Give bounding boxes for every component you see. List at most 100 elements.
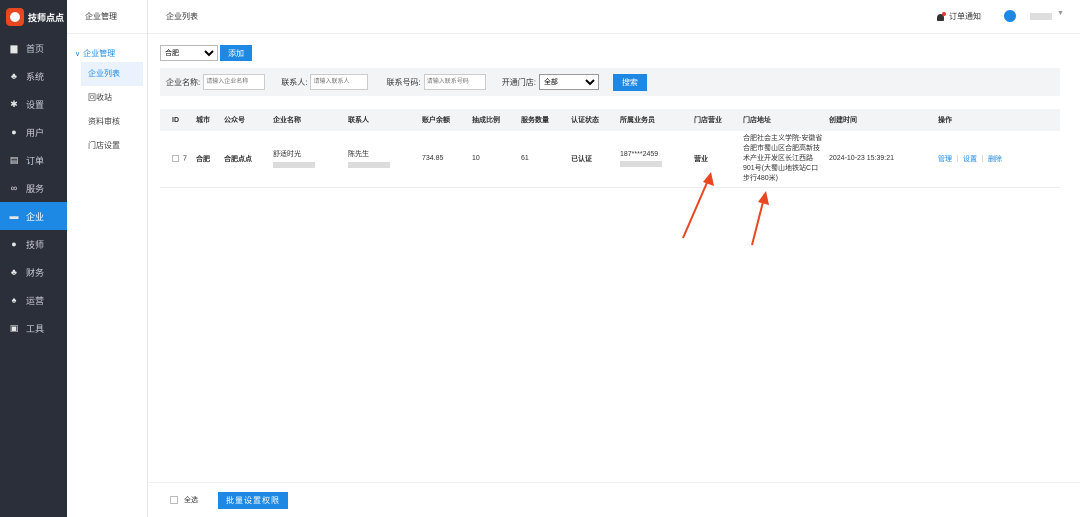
col-address: 门店地址 [743,109,829,131]
subnav-item-store-settings[interactable]: 门店设置 [67,134,147,158]
sidebar-item-home[interactable]: ▆ 首页 [0,34,67,62]
sidebar-item-settings[interactable]: ✱ 设置 [0,90,67,118]
col-company: 企业名称 [273,109,348,131]
add-button[interactable]: 添加 [220,45,252,61]
toolbox-icon: ▣ [9,322,19,333]
sidebar-item-technician[interactable]: ● 技师 [0,230,67,258]
subnav-group-label: 企业管理 [83,49,116,58]
app-logo[interactable]: 技师点点 [0,0,67,34]
salesman-phone: 187****2459 [620,150,659,158]
building-icon: ▬ [9,211,19,221]
avatar[interactable] [1004,10,1016,22]
search-button[interactable]: 搜索 [612,73,647,91]
sidebar-item-label: 用户 [26,127,45,138]
subnav-group[interactable]: ∨ 企业管理 [67,46,147,62]
sidebar-item-label: 首页 [26,43,45,54]
sub-sidebar: 企业管理 ∨ 企业管理 企业列表 回收站 资料审核 门店设置 [67,0,148,517]
main-sidebar: 技师点点 ▆ 首页 ♣ 系统 ✱ 设置 ● 用户 ▤ 订单 ∞ 服务 ▬ 企业 ● 技师 ♣ 财务 ♠ 运营 ▣ 工具 [0,0,67,517]
settings-link[interactable]: 设置 [963,156,977,163]
monitor-icon: ▆ [10,42,18,53]
select-all-label: 全选 [184,497,198,504]
batch-permission-button[interactable]: 批量设置权限 [218,491,288,509]
open-store-label: 开通门店: [501,77,536,87]
divider [982,155,983,163]
gear-icon: ✱ [10,98,18,109]
contact-redacted [348,162,390,169]
top-actions: 合肥 添加 [160,45,252,61]
col-city: 城市 [196,109,224,131]
subnav-item-company-list[interactable]: 企业列表 [81,62,143,86]
phone-label: 联系号码: [386,77,421,87]
company-name-label: 企业名称: [166,77,201,87]
sidebar-item-label: 技师 [26,239,45,250]
col-created: 创建时间 [829,109,938,131]
sidebar-item-services[interactable]: ∞ 服务 [0,174,67,202]
main-content: 合肥 添加 企业名称: 联系人: 联系号码: 开通门店: 全部 搜索 ID 城市… [148,34,1080,517]
col-cert: 认证状态 [571,109,620,131]
table-header-row: ID 城市 公众号 企业名称 联系人 账户余额 抽成比例 服务数量 认证状态 所… [160,109,1060,131]
username-redacted[interactable] [1030,13,1052,20]
store-address: 合肥社会主义学院-安徽省合肥市蜀山区合肥高新技术产业开发区长江西路901号(大蜀… [743,134,823,182]
sidebar-item-system[interactable]: ♣ 系统 [0,62,67,90]
manage-link[interactable]: 管理 [938,156,952,163]
sidebar-item-company[interactable]: ▬ 企业 [0,202,67,230]
cell-id: 7 [160,131,196,188]
company-redacted [273,162,315,169]
clipboard-icon: ▤ [9,154,19,165]
sidebar-item-label: 系统 [26,71,45,82]
sidebar-item-label: 订单 [26,155,45,166]
city-select[interactable]: 合肥 [160,45,218,61]
sidebar-item-label: 工具 [26,323,45,334]
cell-company: 舒适时光 [273,131,348,188]
cell-account: 合肥点点 [224,131,273,188]
sidebar-item-users[interactable]: ● 用户 [0,118,67,146]
col-ratio: 抽成比例 [472,109,521,131]
chevron-down-icon: ∨ [75,51,81,58]
cell-store-status: 营业 [694,131,743,188]
phone-input[interactable] [423,74,486,90]
col-services: 服务数量 [521,109,571,131]
table-footer: 全选 批量设置权限 [148,482,1080,517]
row-checkbox[interactable] [172,155,179,163]
top-header: 企业列表 订单通知 ▼ [148,0,1080,34]
sidebar-item-operations[interactable]: ♠ 运营 [0,286,67,314]
contact-input[interactable] [310,74,369,90]
cell-city: 合肥 [196,131,224,188]
company-name-input[interactable] [203,74,266,90]
sidebar-item-label: 服务 [26,183,45,194]
open-store-select[interactable]: 全部 [538,74,599,90]
cell-actions: 管理 设置 删除 [938,131,1060,188]
col-actions: 操作 [938,109,1060,131]
order-notify-button[interactable]: 订单通知 [936,11,981,22]
order-notify-label: 订单通知 [949,12,981,21]
col-id: ID [160,109,196,131]
col-store-status: 门店营业 [694,109,743,131]
table-row: 7 合肥 合肥点点 舒适时光 陈先生 734.85 10 61 已认证 187*… [160,131,1060,188]
col-balance: 账户余额 [422,109,472,131]
user-icon: ● [11,127,17,137]
cell-cert-status: 已认证 [571,131,620,188]
select-all-checkbox[interactable] [170,496,178,504]
subnav-item-review[interactable]: 资料审核 [67,110,147,134]
sidebar-nav: ▆ 首页 ♣ 系统 ✱ 设置 ● 用户 ▤ 订单 ∞ 服务 ▬ 企业 ● 技师 ♣ 财务 ♠ 运营 ▣ 工具 [0,34,67,342]
sidebar-item-orders[interactable]: ▤ 订单 [0,146,67,174]
cell-services: 61 [521,131,571,188]
sidebar-item-finance[interactable]: ♣ 财务 [0,258,67,286]
caret-down-icon[interactable]: ▼ [1057,10,1064,17]
cell-created: 2024-10-23 15:39:21 [829,131,938,188]
bell-icon [936,11,946,22]
col-salesman: 所属业务员 [620,109,694,131]
sitemap-icon: ♣ [11,71,17,81]
operations-icon: ♠ [11,295,17,305]
delete-link[interactable]: 删除 [988,156,1002,163]
subnav-title: 企业管理 [67,0,147,34]
sidebar-item-tools[interactable]: ▣ 工具 [0,314,67,342]
company-table: ID 城市 公众号 企业名称 联系人 账户余额 抽成比例 服务数量 认证状态 所… [160,109,1060,188]
app-logo-icon [6,8,24,26]
finance-icon: ♣ [11,267,17,277]
col-account: 公众号 [224,109,273,131]
cell-balance: 734.85 [422,131,472,188]
person-icon: ● [11,239,17,249]
filter-bar: 企业名称: 联系人: 联系号码: 开通门店: 全部 搜索 [160,68,1060,96]
subnav-item-recycle-bin[interactable]: 回收站 [67,86,147,110]
